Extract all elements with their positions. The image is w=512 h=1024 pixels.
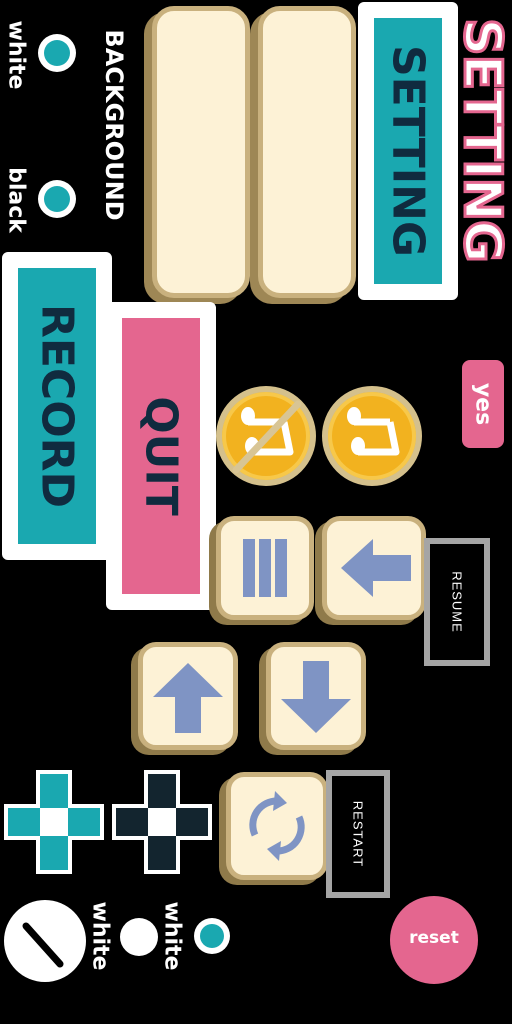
color-white-radio[interactable] <box>120 918 158 956</box>
dpad-teal-icon[interactable] <box>2 768 106 876</box>
background-black-radio[interactable] <box>38 180 76 218</box>
back-button[interactable] <box>322 516 426 620</box>
color-label-1: white <box>159 901 185 971</box>
dial-icon[interactable] <box>2 898 88 984</box>
arrow-up-icon <box>153 663 223 733</box>
color-label-2: white <box>87 901 113 971</box>
background-heading: BACKGROUND <box>100 29 128 221</box>
music-on-icon <box>347 407 400 456</box>
setting-button-label: SETTING <box>382 44 434 258</box>
background-white-label-container: white <box>2 10 30 100</box>
menu-bars-icon <box>243 539 287 597</box>
music-on-button[interactable] <box>322 386 422 486</box>
page-title-container: SETTING <box>451 0 512 280</box>
yes-button[interactable]: yes <box>462 360 504 448</box>
background-white-label: white <box>3 20 29 90</box>
restart-button[interactable]: RESTART <box>326 770 390 898</box>
record-button-label: RECORD <box>31 303 83 509</box>
setting-button[interactable]: SETTING <box>358 2 458 300</box>
background-black-label-container: black <box>2 160 30 240</box>
down-button[interactable] <box>266 642 366 750</box>
menu-button[interactable] <box>216 516 314 620</box>
quit-button-label: QUIT <box>135 396 187 516</box>
cream-panel-left <box>152 6 250 298</box>
restart-button-label: RESTART <box>350 800 366 868</box>
reset-button-label: reset <box>409 928 459 948</box>
color-label-1-container: white <box>158 896 186 976</box>
arrow-down-icon <box>281 661 351 733</box>
cream-panel-right <box>258 6 356 298</box>
background-black-label: black <box>3 167 29 233</box>
music-off-button[interactable] <box>216 386 316 486</box>
record-button[interactable]: RECORD <box>2 252 112 560</box>
refresh-icon <box>249 791 305 861</box>
yes-button-label: yes <box>470 382 496 426</box>
resume-button[interactable]: RESUME <box>424 538 490 666</box>
music-off-icon <box>232 400 302 474</box>
arrow-left-icon <box>341 539 411 597</box>
dpad-dark-icon[interactable] <box>110 768 214 876</box>
resume-button-label: RESUME <box>449 571 465 633</box>
page-title: SETTING <box>451 17 512 264</box>
reset-button[interactable]: reset <box>390 896 478 984</box>
up-button[interactable] <box>138 642 238 750</box>
color-label-2-container: white <box>86 896 114 976</box>
quit-button[interactable]: QUIT <box>106 302 216 610</box>
background-heading-container: BACKGROUND <box>94 10 134 240</box>
color-white-radio-selected[interactable] <box>194 918 230 954</box>
background-white-radio[interactable] <box>38 34 76 72</box>
refresh-button[interactable] <box>226 772 328 880</box>
